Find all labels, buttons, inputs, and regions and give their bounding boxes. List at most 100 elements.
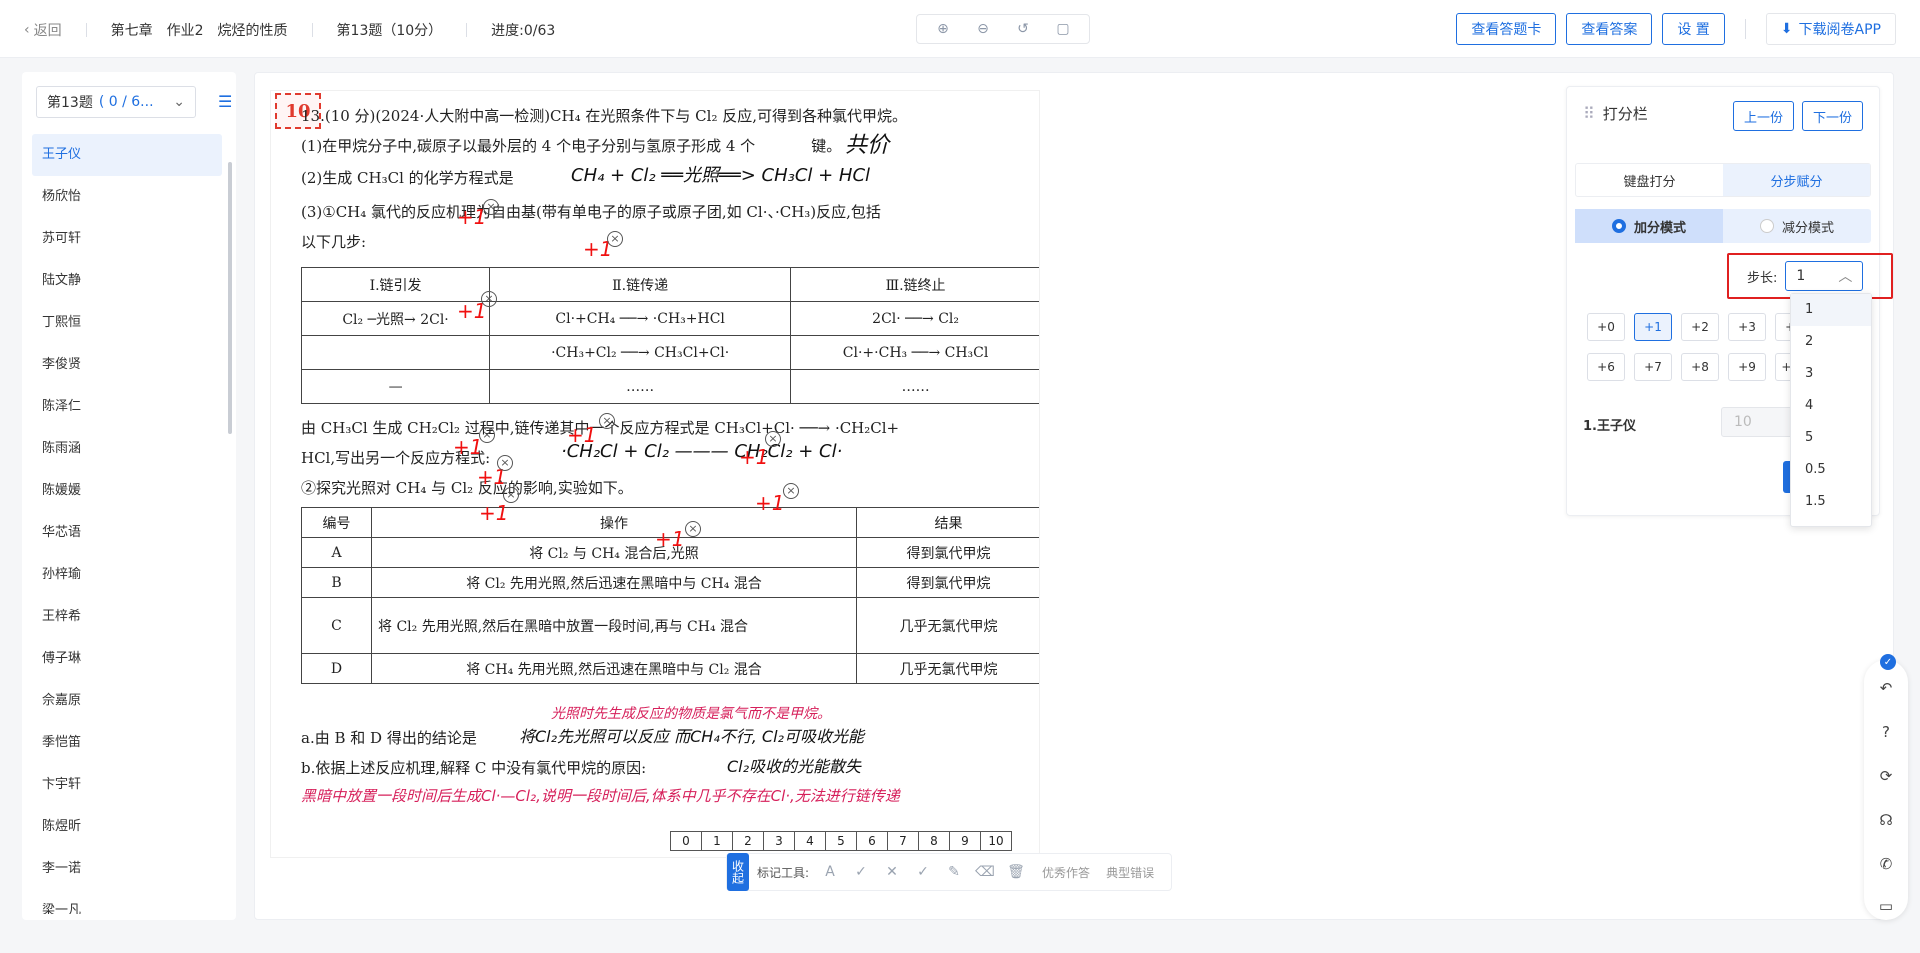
score-button[interactable]: +7: [1634, 353, 1672, 381]
subtract-mode-radio[interactable]: 减分模式: [1723, 217, 1871, 236]
score-box: 0: [670, 831, 702, 851]
remove-mark-icon[interactable]: ×: [685, 521, 701, 537]
remove-mark-icon[interactable]: ×: [607, 231, 623, 247]
remove-mark-icon[interactable]: ×: [481, 291, 497, 307]
text-icon[interactable]: A: [820, 864, 840, 880]
student-item[interactable]: 杨欣怡: [32, 176, 222, 218]
student-item[interactable]: 李一诺: [32, 848, 222, 890]
remove-mark-icon[interactable]: ×: [783, 483, 799, 499]
score-input[interactable]: 10: [1721, 407, 1801, 437]
score-button[interactable]: +6: [1587, 353, 1625, 381]
collapse-badge-icon[interactable]: ✓: [1880, 654, 1896, 670]
student-item[interactable]: 陆文静: [32, 260, 222, 302]
list-toggle-icon[interactable]: ☰: [218, 92, 232, 111]
remove-mark-icon[interactable]: ×: [483, 199, 499, 215]
divider: [1744, 19, 1746, 39]
step-label: 步长:: [1747, 270, 1778, 286]
student-item[interactable]: 陈煜昕: [32, 806, 222, 848]
score-button[interactable]: +1: [1634, 313, 1672, 341]
prev-paper-button[interactable]: 上一份: [1732, 101, 1794, 131]
student-item[interactable]: 陈泽仁: [32, 386, 222, 428]
student-item[interactable]: 李俊贤: [32, 344, 222, 386]
collapse-button[interactable]: 收起: [727, 853, 749, 891]
dropdown-option[interactable]: 1: [1791, 294, 1871, 326]
add-mode-radio[interactable]: 加分模式: [1575, 209, 1723, 243]
table-cell: Ⅲ.链终止: [790, 267, 1039, 302]
remove-mark-icon[interactable]: ×: [599, 413, 615, 429]
breadcrumb: ‹ 返回 第七章 作业2 烷烃的性质 第13题（10分） 进度:0/63: [24, 20, 555, 40]
header-actions: 查看答题卡 查看答案 设 置 ⬇ 下载阅卷APP: [1456, 13, 1896, 45]
next-paper-button[interactable]: 下一份: [1801, 101, 1863, 131]
student-item[interactable]: 季恺笛: [32, 722, 222, 764]
check-icon[interactable]: ✓: [851, 864, 871, 880]
student-sidebar: 第13题 ( 0 / 6... ⌄ ☰ 王子仪 杨欣怡 苏可轩 陆文静 丁熙恒 李俊贤 陈泽…: [22, 72, 236, 920]
student-item[interactable]: 苏可轩: [32, 218, 222, 260]
dropdown-option[interactable]: 1.5: [1791, 486, 1871, 518]
remove-mark-icon[interactable]: ×: [479, 427, 495, 443]
card-icon[interactable]: ▭: [1876, 896, 1896, 916]
undo-icon[interactable]: ↶: [1876, 678, 1896, 698]
fit-screen-icon[interactable]: ▢: [1053, 19, 1073, 39]
excellent-answer-button[interactable]: 优秀作答: [1042, 864, 1090, 881]
score-button[interactable]: +3: [1728, 313, 1766, 341]
back-button[interactable]: ‹ 返回: [24, 20, 62, 40]
student-item[interactable]: 梁一凡: [32, 890, 222, 914]
student-item[interactable]: 华芯语: [32, 512, 222, 554]
student-item[interactable]: 陈媛媛: [32, 470, 222, 512]
question-select[interactable]: 第13题 ( 0 / 6... ⌄: [36, 86, 196, 118]
score-button[interactable]: +8: [1681, 353, 1719, 381]
divider: [311, 23, 313, 37]
score-button[interactable]: +2: [1681, 313, 1719, 341]
score-mark[interactable]: +1: [739, 445, 768, 469]
zoom-in-icon[interactable]: ⊕: [933, 19, 953, 39]
pen-icon[interactable]: ✎: [944, 864, 964, 880]
student-item[interactable]: 陈雨涵: [32, 428, 222, 470]
student-item[interactable]: 傅子琳: [32, 638, 222, 680]
student-item[interactable]: 孙梓瑜: [32, 554, 222, 596]
step-size-select[interactable]: 1 ︿: [1785, 261, 1864, 291]
view-answers-button[interactable]: 查看答案: [1566, 13, 1653, 45]
score-mark[interactable]: +1: [567, 423, 596, 447]
remove-mark-icon[interactable]: ×: [497, 455, 513, 471]
eraser-icon[interactable]: ⌫: [975, 864, 995, 880]
student-item[interactable]: 丁熙恒: [32, 302, 222, 344]
tab-step-scoring[interactable]: 分步赋分: [1723, 164, 1870, 196]
answer-card-button[interactable]: 查看答题卡: [1456, 13, 1557, 45]
headset-icon[interactable]: ☊: [1876, 810, 1896, 830]
score-mark[interactable]: +1: [655, 527, 684, 551]
download-app-button[interactable]: ⬇ 下载阅卷APP: [1765, 13, 1896, 45]
refresh-icon[interactable]: ⟳: [1876, 766, 1896, 786]
answer-sheet-image[interactable]: 10 13.(10 分)(2024·人大附中高一检测)CH₄ 在光照条件下与 C…: [270, 90, 1040, 858]
tab-keyboard-scoring[interactable]: 键盘打分: [1576, 164, 1723, 196]
score-mark[interactable]: +1: [755, 491, 784, 515]
student-item[interactable]: 王梓希: [32, 596, 222, 638]
score-button[interactable]: +0: [1587, 313, 1625, 341]
rotate-icon[interactable]: ↺: [1013, 19, 1033, 39]
score-mark[interactable]: +1: [479, 501, 508, 525]
cross-icon[interactable]: ✕: [882, 864, 902, 880]
student-item[interactable]: 佘嘉原: [32, 680, 222, 722]
dropdown-option[interactable]: 0.5: [1791, 454, 1871, 486]
handwritten-answer: 黑暗中放置一段时间后生成Cl·—Cl₂,说明一段时间后,体系中几乎不存在Cl·,…: [301, 787, 900, 805]
dropdown-option[interactable]: 5: [1791, 422, 1871, 454]
score-box: 1: [701, 831, 733, 851]
score-mark[interactable]: +1: [457, 205, 486, 229]
scrollbar[interactable]: [228, 162, 232, 434]
remove-mark-icon[interactable]: ×: [765, 431, 781, 447]
dropdown-option[interactable]: 4: [1791, 390, 1871, 422]
student-item[interactable]: 卞宇轩: [32, 764, 222, 806]
typical-error-button[interactable]: 典型错误: [1106, 864, 1154, 881]
student-item[interactable]: 王子仪: [32, 134, 222, 176]
score-mark[interactable]: +1: [453, 435, 482, 459]
settings-button[interactable]: 设 置: [1662, 13, 1725, 45]
score-button[interactable]: +9: [1728, 353, 1766, 381]
remove-mark-icon[interactable]: ×: [503, 487, 519, 503]
help-icon[interactable]: ?: [1876, 722, 1896, 742]
dropdown-option[interactable]: 3: [1791, 358, 1871, 390]
zoom-out-icon[interactable]: ⊖: [973, 19, 993, 39]
half-check-icon[interactable]: ✓: [913, 864, 933, 880]
dropdown-option[interactable]: 2: [1791, 326, 1871, 358]
phone-icon[interactable]: ✆: [1876, 854, 1896, 874]
trash-icon[interactable]: 🗑: [1006, 864, 1026, 880]
drag-handle-icon[interactable]: ⠿: [1583, 104, 1595, 123]
